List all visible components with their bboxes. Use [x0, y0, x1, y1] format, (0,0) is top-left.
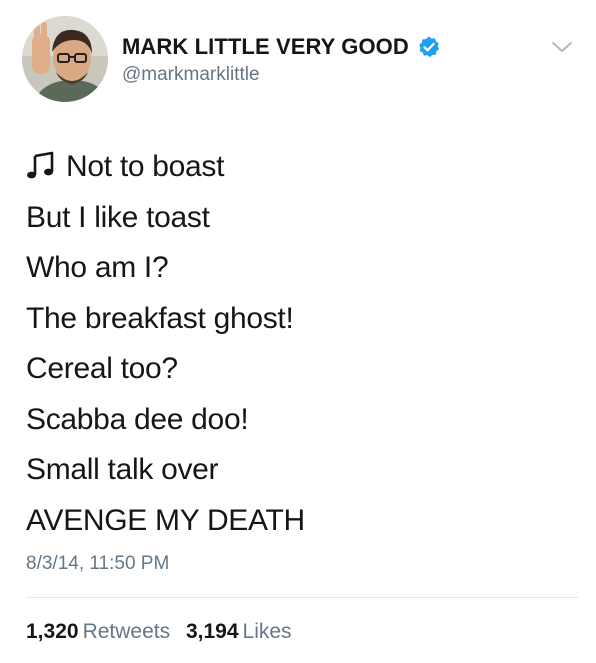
tweet-line: Not to boast: [26, 142, 566, 193]
tweet-line: Scabba dee doo!: [26, 402, 249, 436]
avatar-photo: [22, 16, 108, 102]
verified-badge-icon: [417, 35, 441, 59]
likes-label: Likes: [242, 620, 292, 643]
tweet-line: Small talk over: [26, 453, 219, 486]
retweets-count: 1,320: [26, 620, 79, 643]
tweet-timestamp[interactable]: 8/3/14, 11:50 PM: [26, 553, 169, 575]
tweet-card: MARK LITTLE VERY GOOD @markmarklittle No…: [0, 0, 596, 663]
tweet-line: Who am I?: [26, 251, 169, 284]
retweets-label: Retweets: [82, 620, 171, 643]
tweet-text: Not to boast But I like toast Who am I? …: [26, 142, 566, 546]
tweet-line: AVENGE MY DEATH: [26, 503, 305, 537]
user-names: MARK LITTLE VERY GOOD @markmarklittle: [122, 32, 441, 86]
music-note-icon: [26, 145, 56, 179]
likes-stat[interactable]: 3,194 Likes: [186, 620, 292, 644]
display-name-row: MARK LITTLE VERY GOOD: [122, 32, 441, 62]
tweet-stats: 1,320 Retweets 3,194 Likes: [26, 620, 302, 644]
tweet-line: Cereal too?: [26, 352, 178, 385]
tweet-line: But I like toast: [26, 200, 210, 234]
user-handle[interactable]: @markmarklittle: [122, 64, 441, 86]
divider: [26, 597, 578, 598]
retweets-stat[interactable]: 1,320 Retweets: [26, 620, 170, 644]
tweet-line-text: Not to boast: [66, 150, 225, 183]
tweet-line: The breakfast ghost!: [26, 301, 294, 335]
chevron-down-icon[interactable]: [550, 38, 574, 56]
likes-count: 3,194: [185, 620, 239, 643]
display-name[interactable]: MARK LITTLE VERY GOOD: [122, 34, 409, 60]
tweet-header: MARK LITTLE VERY GOOD @markmarklittle: [22, 16, 582, 102]
avatar[interactable]: [22, 16, 108, 102]
